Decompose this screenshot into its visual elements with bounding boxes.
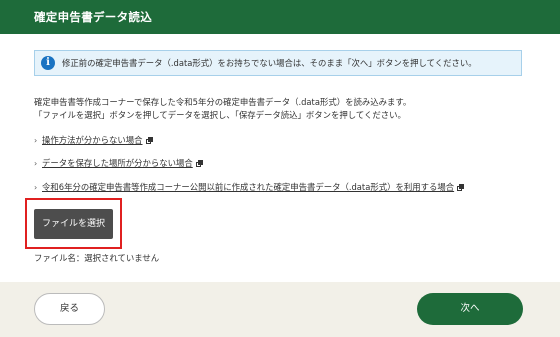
external-window-icon	[457, 184, 465, 191]
selected-file-name: ファイル名：選択されていません	[34, 253, 160, 263]
info-notice-text: 修正前の確定申告書データ（.data形式）をお持ちでない場合は、そのまま「次へ」…	[62, 58, 477, 68]
page-title: 確定申告書データ読込	[34, 10, 152, 24]
description-line-2: 「ファイルを選択」ボタンを押してデータを選択し、「保存データ読込」ボタンを押して…	[34, 110, 406, 120]
help-link-older-data[interactable]: › 令和6年分の確定申告書等作成コーナー公開以前に作成された確定申告書データ（.d…	[34, 181, 465, 193]
help-link-operation[interactable]: › 操作方法が分からない場合	[34, 134, 153, 146]
help-link-save-location[interactable]: › データを保存した場所が分からない場合	[34, 157, 203, 169]
back-button[interactable]: 戻る	[34, 293, 105, 325]
info-notice: i 修正前の確定申告書データ（.data形式）をお持ちでない場合は、そのまま「次…	[34, 50, 522, 76]
chevron-right-icon: ›	[34, 183, 38, 192]
help-link-label[interactable]: 令和6年分の確定申告書等作成コーナー公開以前に作成された確定申告書データ（.da…	[42, 182, 454, 192]
choose-file-button[interactable]: ファイルを選択	[34, 209, 113, 239]
next-button[interactable]: 次へ	[417, 293, 523, 325]
chevron-right-icon: ›	[34, 136, 38, 145]
page-header: 確定申告書データ読込	[0, 0, 560, 34]
info-icon: i	[41, 56, 55, 70]
external-window-icon	[195, 160, 203, 167]
chevron-right-icon: ›	[34, 159, 38, 168]
help-link-label[interactable]: データを保存した場所が分からない場合	[42, 158, 193, 168]
help-link-label[interactable]: 操作方法が分からない場合	[42, 135, 143, 145]
description-line-1: 確定申告書等作成コーナーで保存した令和5年分の確定申告書データ（.data形式）…	[34, 97, 412, 107]
external-window-icon	[145, 137, 153, 144]
